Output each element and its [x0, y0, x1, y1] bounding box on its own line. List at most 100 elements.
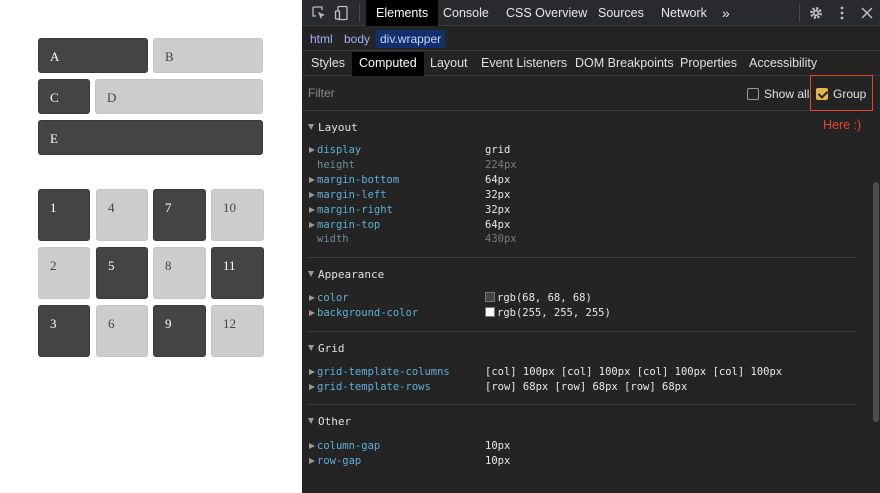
- tab-computed[interactable]: Computed: [352, 52, 424, 76]
- prop-value: 64px: [485, 219, 511, 231]
- scrollbar-thumb[interactable]: [873, 182, 879, 422]
- color-swatch[interactable]: [485, 292, 495, 302]
- prop-value: 64px: [485, 174, 511, 186]
- checkbox-unchecked[interactable]: [747, 88, 759, 100]
- grid-item: 2: [38, 247, 90, 299]
- prop-name: column-gap: [317, 440, 381, 452]
- grid-item: 10: [211, 189, 264, 241]
- tab-accessibility[interactable]: Accessibility: [742, 52, 824, 76]
- grid-item-label: 4: [108, 200, 115, 215]
- prop-name: height: [317, 159, 355, 171]
- gear-icon[interactable]: [808, 5, 824, 21]
- devtools-toolbar: Elements Console CSS Overview Sources Ne…: [302, 0, 880, 26]
- expand-arrow-icon[interactable]: [309, 458, 315, 464]
- breadcrumb-html[interactable]: html: [306, 30, 337, 48]
- box-label: B: [165, 49, 174, 64]
- section-header-layout[interactable]: Layout: [308, 121, 358, 134]
- tab-console[interactable]: Console: [433, 0, 499, 26]
- expand-arrow-icon[interactable]: [309, 222, 315, 228]
- grid-item: 3: [38, 305, 90, 357]
- grid-item: 12: [211, 305, 264, 357]
- grid-item: 11: [211, 247, 264, 299]
- section-divider: [308, 331, 856, 332]
- grid-item: 1: [38, 189, 90, 241]
- prop-name: width: [317, 233, 349, 245]
- box-label: D: [107, 90, 117, 105]
- breadcrumb-body[interactable]: body: [340, 30, 374, 48]
- expand-arrow-icon[interactable]: [309, 384, 315, 390]
- box-label: A: [50, 49, 60, 64]
- grid-item: 9: [153, 305, 206, 357]
- section-header-grid[interactable]: Grid: [308, 342, 345, 355]
- prop-name: background-color: [317, 307, 419, 319]
- prop-value: 224px: [485, 159, 517, 171]
- section-title: Appearance: [318, 268, 385, 281]
- box-label: C: [50, 90, 59, 105]
- filter-input[interactable]: Filter: [308, 86, 608, 102]
- section-header-other[interactable]: Other: [308, 415, 351, 428]
- device-toolbar-icon[interactable]: [334, 5, 350, 21]
- prop-value: [row] 68px [row] 68px [row] 68px: [485, 381, 688, 393]
- tab-properties[interactable]: Properties: [673, 52, 744, 76]
- grid-item: 7: [153, 189, 206, 241]
- expand-triangle-icon: [308, 271, 314, 277]
- box-c: C: [38, 79, 90, 114]
- prop-name: margin-top: [317, 219, 381, 231]
- toolbar-separator: [799, 4, 800, 22]
- grid-item: 8: [153, 247, 206, 299]
- scrollbar[interactable]: [872, 112, 880, 493]
- tab-event-listeners[interactable]: Event Listeners: [474, 52, 574, 76]
- prop-value-text: rgb(68, 68, 68): [497, 292, 592, 304]
- grid-item: 5: [96, 247, 148, 299]
- grid-item-label: 5: [108, 258, 115, 273]
- prop-name: display: [317, 144, 362, 156]
- section-divider: [308, 404, 856, 405]
- section-title: Layout: [318, 121, 358, 134]
- grid-item-label: 1: [50, 200, 57, 215]
- box-label: E: [50, 131, 58, 146]
- box-a: A: [38, 38, 148, 73]
- more-tabs-button[interactable]: »: [712, 0, 740, 26]
- tab-css-overview[interactable]: CSS Overview: [496, 0, 597, 26]
- prop-name: margin-right: [317, 204, 393, 216]
- expand-arrow-icon[interactable]: [309, 207, 315, 213]
- expand-arrow-icon[interactable]: [309, 295, 315, 301]
- toolbar-separator: [359, 4, 360, 22]
- expand-arrow-icon[interactable]: [309, 147, 315, 153]
- filter-bar: Filter Show all Group: [302, 77, 872, 111]
- tab-layout[interactable]: Layout: [423, 52, 475, 76]
- prop-name: margin-left: [317, 189, 387, 201]
- tab-styles[interactable]: Styles: [304, 52, 352, 76]
- kebab-menu-icon[interactable]: [834, 5, 850, 21]
- section-divider: [308, 257, 856, 258]
- close-icon[interactable]: [859, 5, 875, 21]
- prop-value: 430px: [485, 233, 517, 245]
- expand-triangle-icon: [308, 345, 314, 351]
- expand-arrow-icon[interactable]: [309, 443, 315, 449]
- prop-value: rgb(255, 255, 255): [485, 307, 611, 319]
- grid-item: 6: [96, 305, 148, 357]
- prop-value: 32px: [485, 204, 511, 216]
- grid-item-label: 12: [223, 316, 236, 331]
- grid-item: 4: [96, 189, 148, 241]
- tab-elements[interactable]: Elements: [366, 0, 439, 26]
- computed-styles-list: Layout display grid height 224px margin-…: [302, 112, 872, 493]
- breadcrumb-div-wrapper[interactable]: div.wrapper: [376, 30, 446, 48]
- expand-arrow-icon[interactable]: [309, 177, 315, 183]
- box-d: D: [95, 79, 263, 114]
- devtools-panel: Elements Console CSS Overview Sources Ne…: [302, 0, 880, 493]
- section-header-appearance[interactable]: Appearance: [308, 268, 384, 281]
- section-title: Grid: [318, 342, 345, 355]
- tab-dom-breakpoints[interactable]: DOM Breakpoints: [568, 52, 681, 76]
- tab-sources[interactable]: Sources: [588, 0, 654, 26]
- expand-arrow-icon[interactable]: [309, 192, 315, 198]
- grid-item-label: 10: [223, 200, 236, 215]
- expand-arrow-icon[interactable]: [309, 310, 315, 316]
- tab-network[interactable]: Network: [651, 0, 717, 26]
- color-swatch[interactable]: [485, 307, 495, 317]
- prop-value: rgb(68, 68, 68): [485, 292, 592, 304]
- inspect-element-icon[interactable]: [311, 5, 327, 21]
- prop-name: row-gap: [317, 455, 362, 467]
- expand-arrow-icon[interactable]: [309, 369, 315, 375]
- show-all-checkbox[interactable]: Show all: [747, 87, 809, 103]
